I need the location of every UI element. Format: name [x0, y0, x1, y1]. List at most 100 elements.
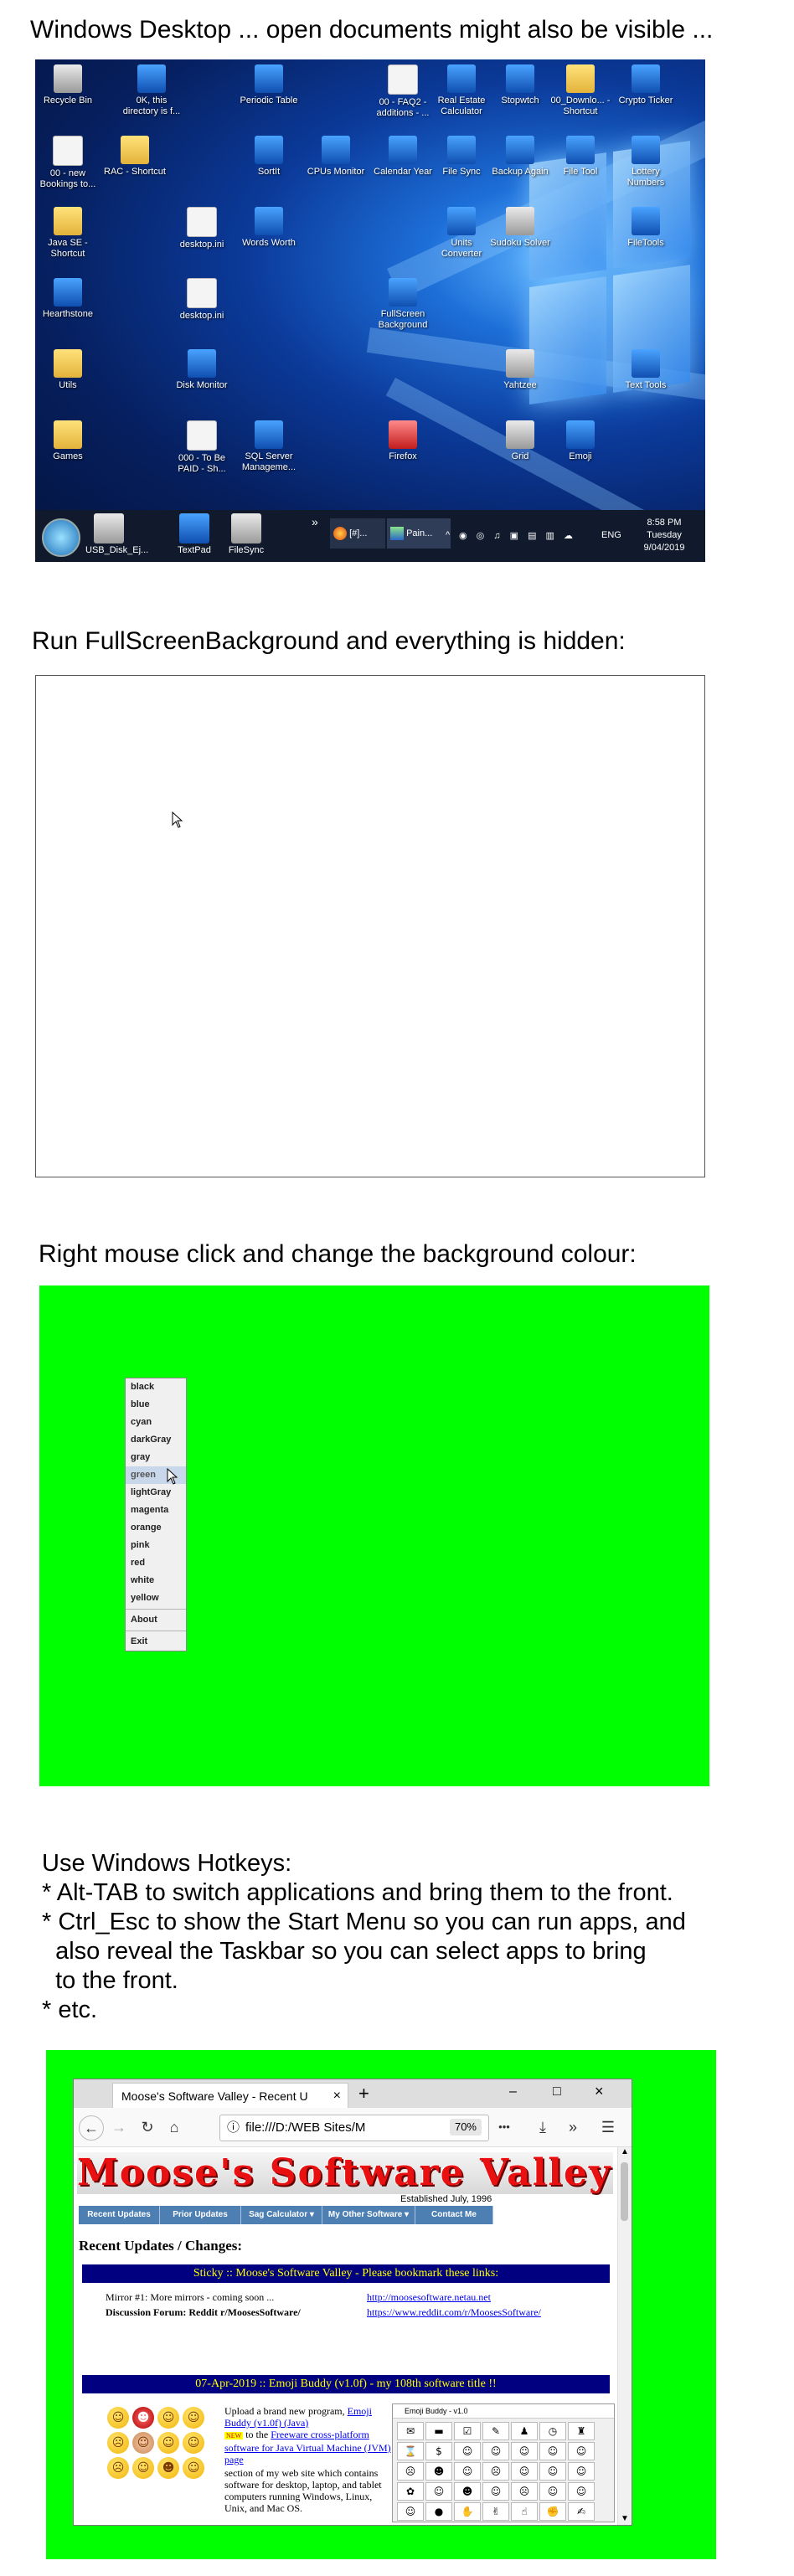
url-text: file:///D:/WEB Sites/M — [245, 2120, 366, 2135]
desktop-icon[interactable]: Games — [37, 420, 99, 462]
menu-item-about[interactable]: About — [126, 1611, 186, 1629]
tray-chevron-icon[interactable]: ^ — [446, 530, 450, 540]
hamburger-menu-icon[interactable]: ☰ — [596, 2115, 620, 2139]
menu-item-cyan[interactable]: cyan — [126, 1414, 186, 1431]
menu-contact-me[interactable]: Contact Me — [415, 2206, 493, 2224]
menu-item-orange[interactable]: orange — [126, 1519, 186, 1537]
menu-item-white[interactable]: white — [126, 1572, 186, 1589]
scroll-thumb[interactable] — [621, 2162, 628, 2221]
desktop-icon[interactable]: RAC - Shortcut — [104, 136, 166, 178]
app-icon — [632, 64, 660, 93]
desktop-icon[interactable]: 000 - To Be PAID - Sh... — [171, 420, 233, 475]
desktop-icon[interactable]: desktop.ini — [171, 207, 233, 250]
desktop-icon[interactable]: Recycle Bin — [37, 64, 99, 106]
desktop-icon[interactable]: Crypto Ticker — [615, 64, 677, 106]
desktop-icon[interactable]: 00_Downlo... - Shortcut — [549, 64, 611, 117]
menu-item-darkgray[interactable]: darkGray — [126, 1431, 186, 1449]
maximize-button[interactable]: □ — [553, 2084, 561, 2099]
menu-item-gray[interactable]: gray — [126, 1449, 186, 1466]
address-bar[interactable]: ⓘ file:///D:/WEB Sites/M 70% — [219, 2115, 489, 2141]
emoji-window-grid: ✉ ▬ ☑ ✎ ♟ ◷ ♜ ⌛ $ ☺ ☺ ☺ ☺ ☺ ☹ ☻ ☺ ☹ ☺ ☺ ☺ ✿ ☺ ☻ ☺ ☹ ☺ ☺ ☺ ● ✋ ✌ ☝ ✊ ✍ — [393, 2419, 614, 2524]
desktop-icon[interactable]: FullScreen Background — [372, 278, 434, 331]
desktop-icon[interactable]: Real Estate Calculator — [431, 64, 492, 117]
menu-item-lightgray[interactable]: lightGray — [126, 1484, 186, 1502]
clock[interactable]: 8:58 PM Tuesday 9/04/2019 — [635, 517, 693, 554]
desktop-icon[interactable]: CPUs Monitor — [305, 136, 367, 178]
new-tab-button[interactable]: + — [358, 2083, 369, 2105]
site-title-logo[interactable]: Moose's Software Valley — [77, 2152, 613, 2194]
start-button[interactable] — [42, 518, 80, 557]
menu-sag-calculator[interactable]: Sag Calculator ▾ — [241, 2206, 322, 2224]
menu-item-pink[interactable]: pink — [126, 1537, 186, 1554]
hotkeys-line: also reveal the Taskbar so you can selec… — [42, 1938, 647, 1965]
desktop-icon[interactable]: Firefox — [372, 420, 434, 462]
desktop-icon[interactable]: 00 - new Bookings to... — [37, 136, 99, 190]
desktop-icon[interactable]: Sudoku Solver — [489, 207, 551, 249]
menu-prior-updates[interactable]: Prior Updates — [160, 2206, 241, 2224]
menu-item-black[interactable]: black — [126, 1378, 186, 1396]
fullscreen-background-green[interactable]: black blue cyan darkGray gray green lightGray m… — [39, 1285, 709, 1786]
desktop-icon[interactable]: Lottery Numbers — [615, 136, 677, 188]
desktop-icon-label: Utils — [59, 380, 77, 390]
desktop-icon[interactable]: Yahtzee — [489, 349, 551, 391]
download-icon[interactable]: ⤓ — [531, 2115, 554, 2139]
tray-icons[interactable]: ◉ ◎ ♫ ▣ ▤ ▥ ☁ — [459, 530, 576, 541]
sticky-banner: Sticky :: Moose's Software Valley - Plea… — [82, 2264, 610, 2283]
folder-icon — [566, 64, 595, 93]
desktop-icon[interactable]: Grid — [489, 420, 551, 462]
menu-item-magenta[interactable]: magenta — [126, 1502, 186, 1519]
overflow-chevron-icon[interactable]: » — [561, 2115, 585, 2139]
vertical-scrollbar[interactable]: ▲ ▼ — [617, 2147, 632, 2525]
menu-item-exit[interactable]: Exit — [126, 1633, 186, 1651]
forward-arrow-icon[interactable]: → — [107, 2115, 131, 2139]
desktop-icon[interactable]: Utils — [37, 349, 99, 391]
desktop-icon[interactable]: 0K, this directory is f... — [121, 64, 183, 117]
desktop-icon[interactable]: Disk Monitor — [171, 349, 233, 391]
desktop-icon[interactable]: 00 - FAQ2 - additions - ... — [372, 64, 434, 119]
taskbar-overflow-chevron[interactable]: » — [312, 515, 318, 528]
language-indicator[interactable]: ENG — [601, 530, 621, 540]
taskbar-window-paint[interactable]: Pain... — [387, 518, 451, 549]
minimize-button[interactable]: – — [509, 2084, 517, 2099]
desktop-icon[interactable]: Words Worth — [238, 207, 300, 249]
menu-item-red[interactable]: red — [126, 1554, 186, 1572]
tab-close-icon[interactable]: × — [333, 2084, 341, 2109]
desktop-icon[interactable]: Text Tools — [615, 349, 677, 391]
calendar-icon — [389, 136, 417, 164]
desktop-icon[interactable]: SortIt — [238, 136, 300, 178]
mirror-link[interactable]: http://moosesoftware.netau.net — [367, 2291, 491, 2304]
desktop-icon[interactable]: Calendar Year — [372, 136, 434, 178]
taskbar-pinned-filesync[interactable]: FileSync — [223, 513, 270, 555]
browser-tab[interactable]: Moose's Software Valley - Recent U × — [112, 2083, 348, 2109]
back-arrow-icon[interactable]: ← — [79, 2115, 104, 2141]
desktop-icon[interactable]: SQL Server Manageme... — [238, 420, 300, 473]
desktop-icon[interactable]: Stopwtch — [489, 64, 551, 106]
desktop-icon[interactable]: Backup Again — [489, 136, 551, 178]
desktop-icon[interactable]: File Tool — [549, 136, 611, 178]
forum-link[interactable]: https://www.reddit.com/r/MoosesSoftware/ — [367, 2306, 541, 2319]
close-window-button[interactable]: × — [595, 2083, 604, 2100]
desktop-icon[interactable]: Java SE - Shortcut — [37, 207, 99, 260]
home-icon[interactable]: ⌂ — [162, 2115, 186, 2139]
taskbar-window-firefox[interactable]: [#]... — [330, 518, 385, 549]
reload-icon[interactable]: ↻ — [136, 2115, 159, 2139]
desktop-icon[interactable]: Emoji — [549, 420, 611, 462]
desktop-icon[interactable]: Units Converter — [431, 207, 492, 260]
menu-recent-updates[interactable]: Recent Updates — [79, 2206, 160, 2224]
page-actions-button[interactable]: ••• — [492, 2115, 516, 2139]
desktop-icon[interactable]: Periodic Table — [238, 64, 300, 106]
menu-my-other-software[interactable]: My Other Software ▾ — [322, 2206, 415, 2224]
desktop-icon[interactable]: FileTools — [615, 207, 677, 249]
desktop-icon[interactable]: desktop.ini — [171, 278, 233, 322]
menu-item-yellow[interactable]: yellow — [126, 1589, 186, 1607]
menu-item-blue[interactable]: blue — [126, 1396, 186, 1414]
taskbar-pinned-usb[interactable]: USB_Disk_Ej... — [85, 513, 148, 555]
scroll-down-icon[interactable]: ▼ — [618, 2514, 632, 2523]
desktop-icon[interactable]: Hearthstone — [37, 278, 99, 320]
taskbar-pinned-textpad[interactable]: TextPad — [171, 513, 218, 555]
desktop-icon-label: Recycle Bin — [43, 95, 93, 106]
scroll-up-icon[interactable]: ▲ — [618, 2147, 632, 2156]
zoom-level[interactable]: 70% — [449, 2119, 482, 2136]
desktop-icon[interactable]: File Sync — [431, 136, 492, 178]
emoji-face-icon: ☺ — [183, 2457, 204, 2479]
